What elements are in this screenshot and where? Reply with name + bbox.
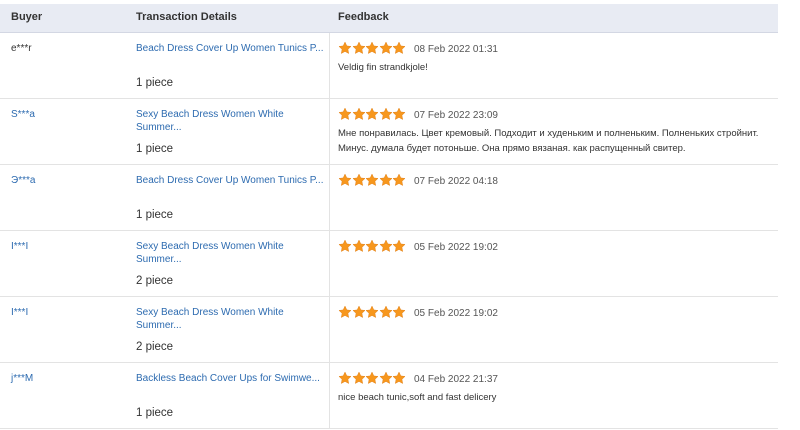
star-icon [338, 173, 352, 186]
star-icon [392, 41, 406, 54]
buyer-name[interactable]: j***M [11, 373, 33, 384]
star-rating [338, 371, 406, 385]
star-icon [392, 173, 406, 186]
column-divider [329, 33, 330, 98]
star-rating [338, 173, 406, 187]
quantity: 2 piece [136, 275, 174, 287]
star-icon [338, 107, 352, 120]
star-icon [365, 371, 379, 384]
star-icon [365, 107, 379, 120]
star-icon [338, 239, 352, 252]
table-header: Buyer Transaction Details Feedback [0, 4, 778, 33]
star-icon [365, 41, 379, 54]
star-icon [378, 305, 393, 318]
star-icon [378, 239, 393, 252]
product-link[interactable]: Backless Beach Cover Ups for Swimwe... [136, 372, 326, 385]
table-row: Э***а Beach Dress Cover Up Women Tunics … [0, 165, 778, 231]
header-transaction-details: Transaction Details [136, 11, 237, 23]
quantity: 1 piece [136, 143, 174, 155]
star-rating [338, 305, 406, 319]
star-icon [365, 239, 379, 252]
product-link[interactable]: Sexy Beach Dress Women White Summer... [136, 108, 326, 134]
feedback-comment: Veldig fin strandkjole! [338, 62, 428, 73]
product-link[interactable]: Beach Dress Cover Up Women Tunics P... [136, 42, 326, 55]
feedback-date: 08 Feb 2022 01:31 [414, 44, 498, 55]
buyer-name[interactable]: Э***а [11, 175, 35, 186]
header-feedback: Feedback [338, 11, 389, 23]
star-rating [338, 239, 406, 253]
star-icon [338, 305, 352, 318]
quantity: 1 piece [136, 77, 174, 89]
star-icon [351, 107, 366, 120]
star-icon [351, 173, 366, 186]
star-icon [378, 41, 393, 54]
column-divider [329, 99, 330, 164]
star-icon [392, 305, 406, 318]
feedback-date: 07 Feb 2022 23:09 [414, 110, 498, 121]
quantity: 1 piece [136, 407, 174, 419]
star-icon [338, 371, 352, 384]
star-icon [392, 107, 406, 120]
star-icon [378, 371, 393, 384]
quantity: 2 piece [136, 341, 174, 353]
buyer-name: e***r [11, 43, 32, 54]
header-buyer: Buyer [11, 11, 43, 23]
buyer-name[interactable]: S***a [11, 109, 35, 120]
table-row: I***I Sexy Beach Dress Women White Summe… [0, 231, 778, 297]
table-row: e***r Beach Dress Cover Up Women Tunics … [0, 33, 778, 99]
star-icon [351, 305, 366, 318]
star-rating [338, 41, 406, 55]
star-icon [338, 41, 352, 54]
buyer-name[interactable]: I***I [11, 307, 28, 318]
feedback-date: 05 Feb 2022 19:02 [414, 308, 498, 319]
star-rating [338, 107, 406, 121]
product-link[interactable]: Sexy Beach Dress Women White Summer... [136, 240, 326, 266]
star-icon [365, 305, 379, 318]
buyer-name[interactable]: I***I [11, 241, 28, 252]
feedback-date: 04 Feb 2022 21:37 [414, 374, 498, 385]
column-divider [329, 363, 330, 428]
star-icon [351, 41, 366, 54]
feedback-date: 05 Feb 2022 19:02 [414, 242, 498, 253]
column-divider [329, 165, 330, 230]
product-link[interactable]: Sexy Beach Dress Women White Summer... [136, 306, 326, 332]
column-divider [329, 297, 330, 362]
table-row: I***I Sexy Beach Dress Women White Summe… [0, 297, 778, 363]
star-icon [378, 107, 393, 120]
quantity: 1 piece [136, 209, 174, 221]
star-icon [378, 173, 393, 186]
star-icon [365, 173, 379, 186]
star-icon [351, 371, 366, 384]
column-divider [329, 231, 330, 296]
feedback-comment: nice beach tunic,soft and fast delicery [338, 392, 497, 403]
star-icon [392, 371, 406, 384]
feedback-date: 07 Feb 2022 04:18 [414, 176, 498, 187]
star-icon [351, 239, 366, 252]
table-row: j***M Backless Beach Cover Ups for Swimw… [0, 363, 778, 429]
star-icon [392, 239, 406, 252]
product-link[interactable]: Beach Dress Cover Up Women Tunics P... [136, 174, 326, 187]
table-row: S***a Sexy Beach Dress Women White Summe… [0, 99, 778, 165]
feedback-comment: Мне понравилась. Цвет кремовый. Подходит… [338, 128, 759, 154]
